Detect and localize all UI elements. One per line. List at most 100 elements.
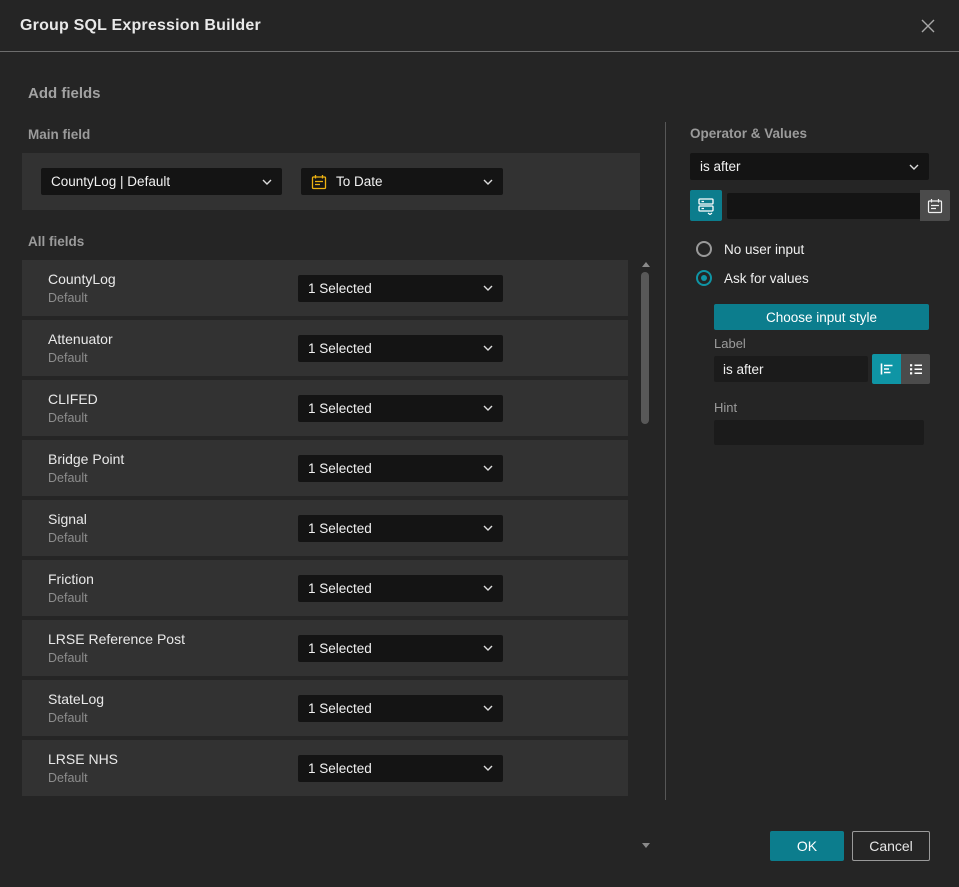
- radio-no-user-input[interactable]: No user input: [696, 241, 804, 257]
- group-sql-expression-builder-dialog: Group SQL Expression Builder Add fields …: [0, 0, 959, 887]
- field-row: LRSE NHS Default 1 Selected: [22, 740, 628, 796]
- main-field-type-select[interactable]: To Date: [301, 168, 503, 195]
- field-selection-value: 1 Selected: [308, 520, 372, 536]
- chevron-down-icon: [483, 645, 493, 651]
- chevron-down-icon: [483, 705, 493, 711]
- field-row: Attenuator Default 1 Selected: [22, 320, 628, 376]
- field-selection-dropdown[interactable]: 1 Selected: [298, 634, 503, 662]
- close-button[interactable]: [917, 15, 939, 37]
- dialog-header: Group SQL Expression Builder: [0, 0, 959, 52]
- scrollbar-thumb[interactable]: [641, 272, 649, 424]
- main-field-select[interactable]: CountyLog | Default: [41, 168, 282, 195]
- field-selection-dropdown[interactable]: 1 Selected: [298, 754, 503, 782]
- dialog-title: Group SQL Expression Builder: [20, 16, 261, 34]
- field-selection-value: 1 Selected: [308, 280, 372, 296]
- align-left-icon: [880, 363, 892, 375]
- main-field-select-value: CountyLog | Default: [51, 174, 171, 189]
- field-row: Friction Default 1 Selected: [22, 560, 628, 616]
- unique-values-button[interactable]: [690, 190, 722, 221]
- field-row: Signal Default 1 Selected: [22, 500, 628, 556]
- add-fields-heading: Add fields: [28, 85, 101, 102]
- chevron-down-icon: [483, 285, 493, 291]
- operator-values-heading: Operator & Values: [690, 126, 808, 141]
- field-name: Friction: [48, 571, 94, 587]
- field-name: Bridge Point: [48, 451, 125, 467]
- choose-input-style-button[interactable]: Choose input style: [714, 304, 929, 330]
- cancel-button[interactable]: Cancel: [852, 831, 930, 861]
- main-field-row: CountyLog | Default To Date: [22, 153, 640, 210]
- chevron-down-icon: [909, 164, 919, 170]
- field-selection-value: 1 Selected: [308, 640, 372, 656]
- field-selection-dropdown[interactable]: 1 Selected: [298, 514, 503, 542]
- chevron-down-icon: [483, 405, 493, 411]
- field-subtitle: Default: [48, 291, 88, 305]
- field-row: Bridge Point Default 1 Selected: [22, 440, 628, 496]
- field-selection-value: 1 Selected: [308, 580, 372, 596]
- chevron-down-icon: [262, 179, 272, 185]
- value-input-group: [727, 190, 950, 221]
- calendar-icon: [311, 174, 327, 189]
- field-row: CLIFED Default 1 Selected: [22, 380, 628, 436]
- field-subtitle: Default: [48, 591, 88, 605]
- label-input[interactable]: [714, 356, 868, 382]
- panel-divider: [665, 122, 666, 800]
- field-subtitle: Default: [48, 351, 88, 365]
- date-picker-button[interactable]: [920, 190, 950, 221]
- field-subtitle: Default: [48, 771, 88, 785]
- field-info: Signal Default: [48, 511, 88, 545]
- field-subtitle: Default: [48, 531, 88, 545]
- field-subtitle: Default: [48, 711, 88, 725]
- value-input[interactable]: [727, 192, 920, 219]
- field-selection-dropdown[interactable]: 1 Selected: [298, 334, 503, 362]
- field-selection-value: 1 Selected: [308, 340, 372, 356]
- field-info: LRSE NHS Default: [48, 751, 118, 785]
- operator-select[interactable]: is after: [690, 153, 929, 180]
- single-input-style-button[interactable]: [872, 354, 901, 384]
- field-selection-dropdown[interactable]: 1 Selected: [298, 574, 503, 602]
- chevron-down-icon: [483, 179, 493, 185]
- field-name: Attenuator: [48, 331, 113, 347]
- hint-label: Hint: [714, 400, 738, 415]
- field-row: CountyLog Default 1 Selected: [22, 260, 628, 316]
- field-selection-dropdown[interactable]: 1 Selected: [298, 454, 503, 482]
- field-info: CLIFED Default: [48, 391, 98, 425]
- main-field-type-value: To Date: [336, 174, 383, 189]
- radio-icon: [696, 270, 712, 286]
- field-subtitle: Default: [48, 411, 88, 425]
- radio-icon: [696, 241, 712, 257]
- field-info: Friction Default: [48, 571, 94, 605]
- field-row: LRSE Reference Post Default 1 Selected: [22, 620, 628, 676]
- field-selection-value: 1 Selected: [308, 700, 372, 716]
- ok-button[interactable]: OK: [770, 831, 844, 861]
- field-selection-value: 1 Selected: [308, 400, 372, 416]
- list-input-style-button[interactable]: [901, 354, 930, 384]
- field-subtitle: Default: [48, 651, 88, 665]
- all-fields-heading: All fields: [28, 234, 85, 249]
- chevron-down-icon: [483, 585, 493, 591]
- scroll-down-icon[interactable]: [642, 843, 650, 848]
- label-row: [714, 354, 930, 384]
- main-field-heading: Main field: [28, 127, 91, 142]
- field-info: LRSE Reference Post Default: [48, 631, 185, 665]
- field-selection-dropdown[interactable]: 1 Selected: [298, 274, 503, 302]
- close-icon: [921, 19, 935, 32]
- field-name: CountyLog: [48, 271, 116, 287]
- all-fields-scrollbar[interactable]: [640, 262, 652, 848]
- field-name: Signal: [48, 511, 87, 527]
- field-name: CLIFED: [48, 391, 98, 407]
- scroll-up-icon[interactable]: [642, 262, 650, 267]
- field-name: LRSE NHS: [48, 751, 119, 767]
- chevron-down-icon: [483, 465, 493, 471]
- dialog-content: Add fields Main field CountyLog | Defaul…: [0, 52, 959, 887]
- field-info: StateLog Default: [48, 691, 104, 725]
- label-label: Label: [714, 336, 746, 351]
- field-selection-dropdown[interactable]: 1 Selected: [298, 394, 503, 422]
- field-selection-dropdown[interactable]: 1 Selected: [298, 694, 503, 722]
- value-row: [690, 190, 950, 221]
- stacked-values-icon: [698, 198, 714, 215]
- field-name: StateLog: [48, 691, 105, 707]
- field-selection-value: 1 Selected: [308, 460, 372, 476]
- operator-select-value: is after: [700, 159, 741, 174]
- radio-ask-for-values[interactable]: Ask for values: [696, 270, 809, 286]
- hint-input[interactable]: [714, 420, 924, 445]
